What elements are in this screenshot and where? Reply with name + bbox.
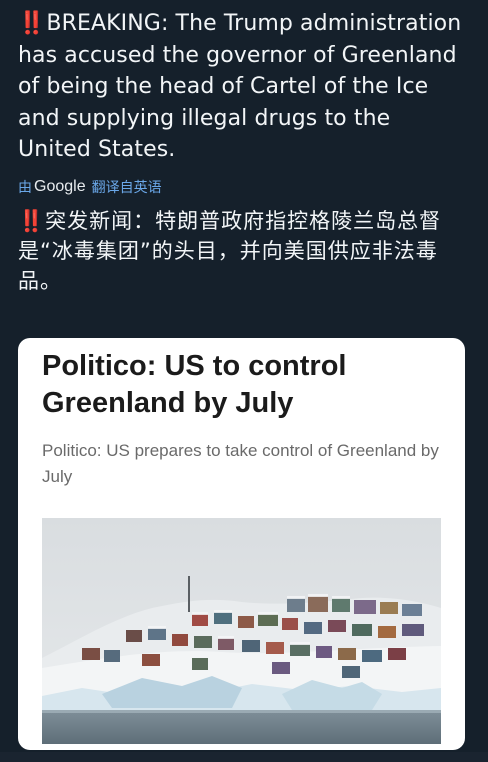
greenland-village-photo <box>42 518 441 744</box>
link-preview-card[interactable]: Politico: US to control Greenland by Jul… <box>18 338 465 750</box>
tweet-text-english: ‼️ BREAKING: The Trump administration has… <box>18 8 470 166</box>
tweet-chinese-body: 突发新闻：特朗普政府指控格陵兰岛总督是“冰毒集团”的头目，并向美国供应非法毒品。 <box>18 208 442 293</box>
tweet-text-chinese: ‼️ 突发新闻：特朗普政府指控格陵兰岛总督是“冰毒集团”的头目，并向美国供应非法毒… <box>18 206 470 296</box>
bottom-edge <box>0 752 488 762</box>
tweet-english-body: BREAKING: The Trump administration has a… <box>18 11 462 162</box>
double-exclamation-icon-2: ‼️ <box>18 208 44 233</box>
google-logo: Google <box>34 177 86 195</box>
translated-from-english-link[interactable]: 翻译自英语 <box>92 177 162 197</box>
tweet-screen: ‼️ BREAKING: The Trump administration has… <box>0 0 488 762</box>
translation-attribution[interactable]: 由 Google 翻译自英语 <box>18 176 470 198</box>
card-title: Politico: US to control Greenland by Jul… <box>42 350 347 419</box>
card-subtitle: Politico: US prepares to take control of… <box>42 441 439 486</box>
double-exclamation-icon: ‼️ <box>18 11 45 36</box>
translated-by-label: 由 <box>18 179 32 196</box>
